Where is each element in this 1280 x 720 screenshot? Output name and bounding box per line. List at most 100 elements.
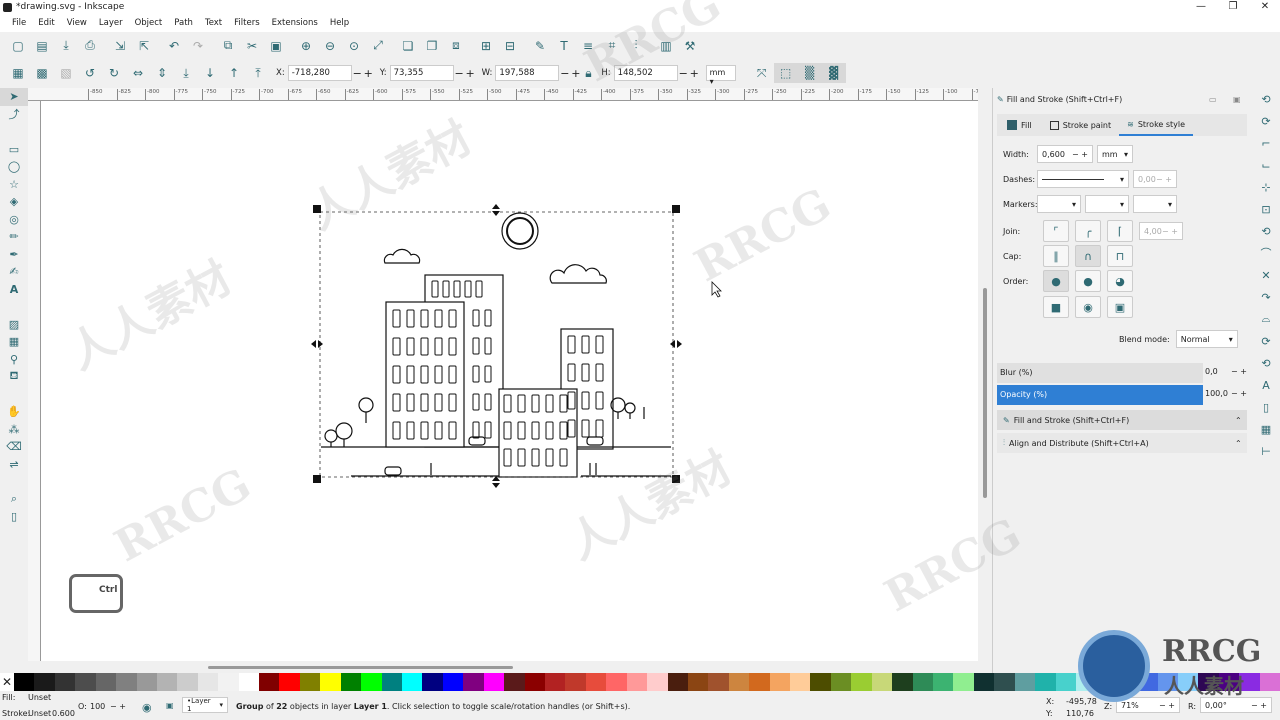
clone-icon[interactable]: ❐ [420, 36, 444, 56]
node-tool-icon[interactable]: ⤴ [0, 106, 28, 124]
snap-guide-icon[interactable]: ⊢ [1252, 440, 1280, 462]
text-font-icon[interactable]: T [552, 36, 576, 56]
calligraphy-tool-icon[interactable]: ✍ [0, 263, 28, 281]
handle-left-middle[interactable] [311, 340, 323, 348]
zoom-tool-icon[interactable]: ⌕ [0, 491, 28, 509]
snap-text-baseline-icon[interactable]: A [1252, 374, 1280, 396]
w-decrement-icon[interactable]: − [559, 67, 570, 80]
redo-icon[interactable]: ↷ [186, 36, 210, 56]
menu-layer[interactable]: Layer [93, 16, 129, 32]
flip-vertical-icon[interactable]: ⇕ [150, 63, 174, 83]
menu-path[interactable]: Path [168, 16, 199, 32]
layer-select[interactable]: •Layer 1 ▾ [182, 697, 228, 713]
pencil-tool-icon[interactable]: ✏ [0, 228, 28, 246]
no-paint-swatch[interactable]: ✕ [0, 673, 14, 691]
stroke-value[interactable]: Unset [28, 709, 51, 718]
selector-tool-icon[interactable]: ➤ [0, 88, 28, 106]
snap-center-icon[interactable]: ⊡ [1252, 198, 1280, 220]
snap-cusp-icon[interactable]: ↷ [1252, 286, 1280, 308]
undo-icon[interactable]: ↶ [162, 36, 186, 56]
dash-offset-stepper-icon[interactable]: − + [1156, 175, 1172, 184]
zoom-selection-icon[interactable]: ⊕ [294, 36, 318, 56]
opacity-stepper-icon[interactable]: − + [1231, 389, 1247, 398]
group-icon[interactable]: ⊞ [474, 36, 498, 56]
palette-swatch[interactable] [647, 673, 668, 691]
snap-smooth-icon[interactable]: ⌓ [1252, 308, 1280, 330]
save-icon[interactable]: ⤓ [54, 36, 78, 56]
lock-ratio-icon[interactable]: 🔒︎ [581, 63, 595, 83]
menu-extensions[interactable]: Extensions [266, 16, 324, 32]
minimize-button[interactable]: — [1188, 1, 1214, 15]
palette-swatch[interactable] [626, 673, 648, 691]
opacity-status-value[interactable]: 100 [90, 702, 105, 711]
snap-nodes-icon[interactable]: ⟲ [1252, 220, 1280, 242]
menu-view[interactable]: View [61, 16, 93, 32]
snap-toggle-icon[interactable]: ⟲ [1252, 88, 1280, 110]
miter-limit-input[interactable]: 4,00− + [1139, 222, 1183, 240]
snap-bbox-edge-icon[interactable]: ⌐ [1252, 132, 1280, 154]
snap-midpoint-icon[interactable]: ⊹ [1252, 176, 1280, 198]
dock-align-distribute[interactable]: ⫶ Align and Distribute (Shift+Ctrl+A) ⌃ [997, 433, 1247, 453]
order-stroke-markers-fill-icon[interactable]: ◉ [1075, 296, 1101, 318]
opacity-value-field[interactable]: 100,0− + [1205, 389, 1247, 398]
order-fill-markers-stroke-icon[interactable]: ◕ [1107, 270, 1133, 292]
palette-swatch[interactable] [1055, 673, 1076, 691]
close-button[interactable]: ✕ [1252, 1, 1278, 15]
palette-swatch[interactable] [912, 673, 933, 691]
menu-edit[interactable]: Edit [32, 16, 60, 32]
rotate-cw-icon[interactable]: ↻ [102, 63, 126, 83]
maximize-button[interactable]: ❐ [1220, 1, 1246, 15]
join-bevel-icon[interactable]: ⌈ [1107, 220, 1133, 242]
palette-swatch[interactable] [728, 673, 750, 691]
palette-swatch[interactable] [667, 673, 688, 691]
connector-tool-icon[interactable]: ⇌ [0, 456, 28, 474]
raise-icon[interactable]: ↑ [222, 63, 246, 83]
palette-swatch[interactable] [402, 673, 423, 691]
handle-right-middle[interactable] [670, 340, 682, 348]
palette-swatch[interactable] [361, 673, 382, 691]
handle-top-middle[interactable] [492, 204, 500, 216]
rotate-ccw-icon[interactable]: ↺ [78, 63, 102, 83]
palette-swatch[interactable] [320, 673, 341, 691]
snap-object-midpoint-icon[interactable]: ⟳ [1252, 330, 1280, 352]
unit-select[interactable]: mm ▾ [705, 65, 736, 86]
layers-icon[interactable]: ≡ [576, 36, 600, 56]
panel-float-icon[interactable]: ▭ [1209, 95, 1217, 104]
xml-editor-icon[interactable]: ⌗ [600, 36, 624, 56]
menu-object[interactable]: Object [129, 16, 169, 32]
palette-swatch[interactable] [54, 673, 76, 691]
h-increment-icon[interactable]: + [689, 67, 700, 80]
palette-swatch[interactable] [749, 673, 770, 691]
vertical-scroll-thumb[interactable] [983, 288, 987, 498]
transform-gradients-icon[interactable]: ▒ [797, 63, 822, 83]
menu-filters[interactable]: Filters [228, 16, 265, 32]
palette-swatch[interactable] [687, 673, 709, 691]
handle-top-left[interactable] [313, 205, 321, 213]
ungroup-icon[interactable]: ⊟ [498, 36, 522, 56]
blend-mode-select[interactable]: Normal ▾ [1175, 330, 1238, 348]
paste-icon[interactable]: ▣ [264, 36, 288, 56]
palette-swatch[interactable] [606, 673, 627, 691]
x-input[interactable]: -718,280 [287, 65, 352, 81]
align-distribute-icon[interactable]: ⫶ [624, 36, 648, 56]
drawing-canvas[interactable]: Ctrl [41, 101, 978, 661]
palette-swatch[interactable] [75, 673, 96, 691]
dash-offset-input[interactable]: 0,00− + [1133, 170, 1177, 188]
palette-swatch[interactable] [136, 673, 157, 691]
handle-bottom-middle[interactable] [492, 476, 500, 488]
palette-swatch[interactable] [994, 673, 1015, 691]
flip-horizontal-icon[interactable]: ⇔ [126, 63, 150, 83]
palette-swatch[interactable] [1014, 673, 1036, 691]
spiral-tool-icon[interactable]: ◎ [0, 211, 28, 229]
layer-visibility-icon[interactable]: ◉ [142, 701, 152, 714]
palette-swatch[interactable] [524, 673, 545, 691]
new-document-icon[interactable]: ▢ [6, 36, 30, 56]
menu-file[interactable]: File [6, 16, 32, 32]
marker-start-select[interactable]: ▾ [1037, 195, 1081, 213]
join-round-icon[interactable]: ╭ [1075, 220, 1101, 242]
preferences-icon[interactable]: ⚒ [678, 36, 702, 56]
raise-top-icon[interactable]: ⤒ [246, 63, 270, 83]
palette-swatch[interactable] [14, 673, 35, 691]
x-increment-icon[interactable]: + [363, 67, 374, 80]
stroke-width-value[interactable]: 0.600 [52, 709, 75, 718]
